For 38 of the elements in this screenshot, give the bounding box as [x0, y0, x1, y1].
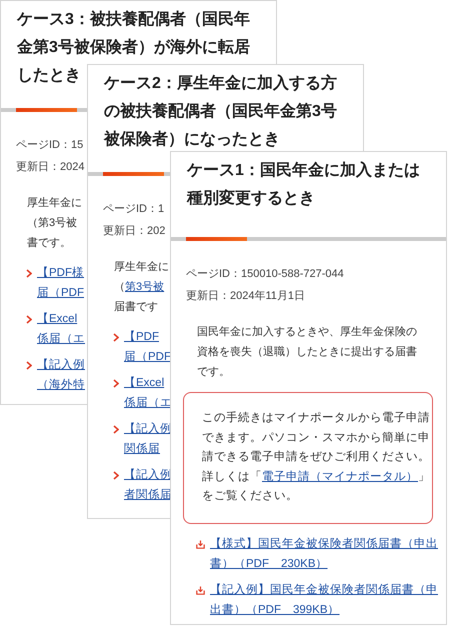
document-link[interactable]: 【Excel 係届（エ: [37, 309, 85, 349]
chevron-icon: [113, 471, 119, 480]
download-icon: [196, 540, 205, 549]
card-title: ケース1：国民年金に加入または 種別変更するとき: [186, 160, 421, 209]
updated-date: 更新日：2024年11月1日: [186, 288, 306, 304]
download-icon: [196, 586, 205, 595]
document-link[interactable]: 【様式】国民年金被保険者関係届書（申出 書）（PDF 230KB）: [210, 534, 438, 574]
chevron-icon: [113, 379, 119, 388]
updated-date: 更新日：202: [103, 224, 166, 239]
chevron-icon: [26, 361, 32, 370]
accent-bar: [16, 108, 77, 112]
title-line: 被保険者）になったとき: [104, 129, 280, 150]
title-line: の被扶養配偶者（国民年金第3号: [104, 101, 337, 122]
inline-link[interactable]: 第3号被: [125, 281, 164, 293]
description-text: 厚生年金に （第3号被 書です。: [27, 196, 82, 251]
description-text: 厚生年金に （第3号被 届書です: [114, 260, 169, 315]
title-line: ケース3：被扶養配偶者（国民年: [17, 9, 250, 30]
notice-text: この手続きはマイナポータルから電子申請 できます。パソコン・スマホから簡単に申 請できる電子申請をぜひご利用ください。 詳しくは「電子申請（マイナポータル）」 をご覧ください。: [183, 392, 433, 524]
page-id: ページID：15: [16, 138, 84, 153]
chevron-icon: [113, 425, 119, 434]
document-link[interactable]: 【PDF 届（PDF: [124, 327, 171, 367]
page-id: ページID：1: [103, 202, 164, 217]
chevron-icon: [26, 315, 32, 324]
page-id: ページID：150010-588-727-044: [186, 267, 344, 282]
title-line: 金第3号被保険者）が海外に転居: [17, 37, 250, 58]
title-line: ケース2：厚生年金に加入する方: [104, 73, 337, 94]
description-text: 国民年金に加入するときや、厚生年金保険の 資格を喪失（退職）したときに提出する届書 です。: [197, 325, 417, 380]
document-link[interactable]: 【記入例 （海外特: [37, 355, 85, 395]
updated-date: 更新日：2024: [16, 160, 84, 175]
chevron-icon: [26, 269, 32, 278]
accent-bar: [186, 237, 247, 241]
document-link[interactable]: 【Excel 係届（エ: [124, 373, 172, 413]
document-link[interactable]: 【PDF様 届（PDF: [37, 263, 84, 303]
title-line: したとき: [17, 66, 81, 86]
portal-link[interactable]: 電子申請（マイナポータル）: [262, 470, 418, 483]
document-link[interactable]: 【記入例】国民年金被保険者関係届書（申 出書）（PDF 399KB）: [210, 580, 438, 620]
accent-bar: [103, 172, 164, 176]
chevron-icon: [113, 333, 119, 342]
